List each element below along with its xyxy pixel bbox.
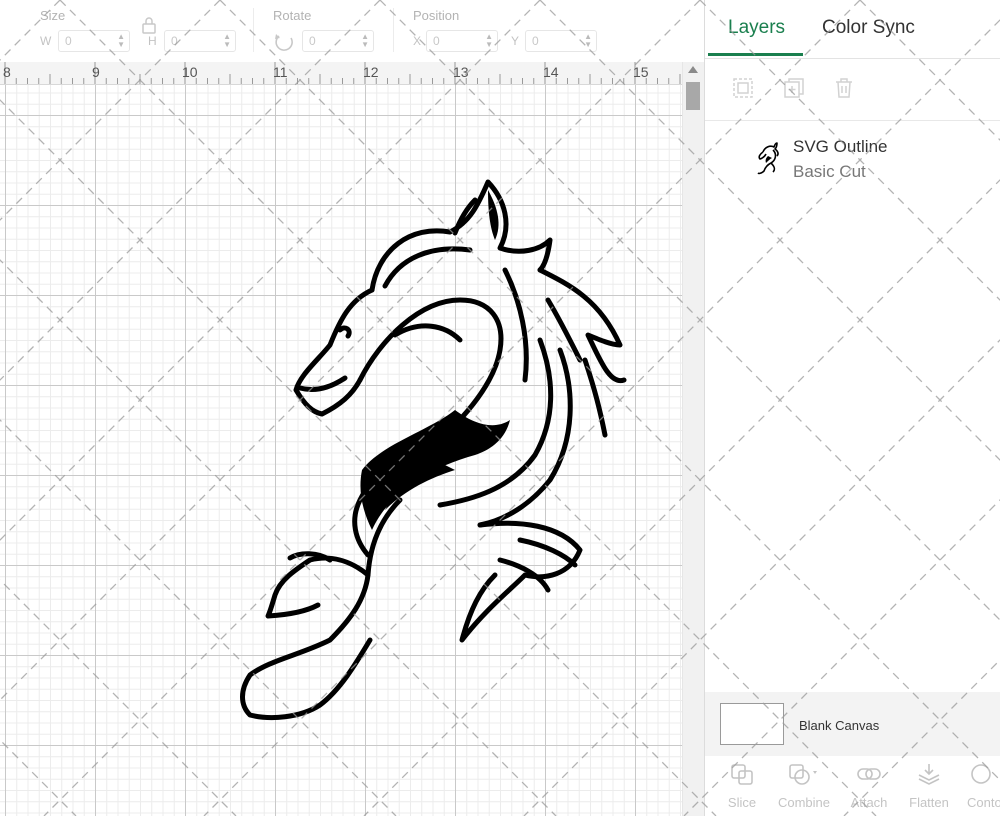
canvas-swatch[interactable] — [720, 703, 784, 745]
edit-toolbar: Size W 0 ▲ ▼ H 0 ▲ ▼ Rotate 0 ▲ ▼ Position … — [0, 0, 703, 63]
blank-canvas-row[interactable]: Blank Canvas — [705, 692, 1000, 756]
stepper-icon[interactable]: ▲ ▼ — [361, 33, 369, 49]
flatten-button[interactable]: Flatten — [908, 762, 950, 810]
toolbar-divider — [393, 8, 394, 52]
height-axis-label: H — [148, 34, 157, 48]
delete-icon[interactable] — [832, 76, 856, 100]
combine-icon — [789, 764, 817, 785]
ruler-label: 12 — [363, 64, 379, 80]
height-value: 0 — [171, 34, 178, 48]
y-position-value: 0 — [532, 34, 539, 48]
design-canvas[interactable] — [0, 85, 682, 816]
scroll-up-icon[interactable] — [688, 66, 698, 73]
height-input[interactable]: 0 ▲ ▼ — [164, 30, 236, 52]
contour-label: Conto — [967, 795, 1000, 810]
ruler-label: 15 — [633, 64, 649, 80]
size-label: Size — [40, 8, 66, 23]
toolbar-divider — [253, 8, 254, 52]
rotate-value: 0 — [309, 34, 316, 48]
x-position-input[interactable]: 0 ▲ ▼ — [426, 30, 498, 52]
layer-tools — [705, 58, 1000, 121]
duplicate-icon[interactable] — [782, 76, 806, 100]
width-input[interactable]: 0 ▲ ▼ — [58, 30, 130, 52]
tab-color-sync[interactable]: Color Sync — [822, 17, 915, 39]
position-label: Position — [413, 8, 460, 23]
canvas-scrollbar[interactable] — [682, 62, 704, 816]
layer-operation[interactable]: Basic Cut — [793, 162, 866, 182]
active-tab-indicator — [708, 53, 803, 56]
x-axis-label: X — [413, 34, 422, 48]
layer-name: SVG Outline — [793, 137, 888, 156]
scroll-thumb[interactable] — [686, 82, 700, 110]
ruler-label: 9 — [92, 64, 100, 80]
rotate-label: Rotate — [273, 8, 312, 23]
attach-icon — [857, 768, 881, 780]
tab-layers[interactable]: Layers — [728, 17, 785, 39]
flatten-icon — [918, 764, 940, 785]
horse-icon — [757, 142, 779, 175]
layers-panel: Layers Color Sync SVG Outline Basic Cut … — [704, 0, 1000, 816]
width-value: 0 — [65, 34, 72, 48]
ruler-label: 8 — [3, 64, 11, 80]
y-position-input[interactable]: 0 ▲ ▼ — [525, 30, 597, 52]
ruler-label: 13 — [453, 64, 469, 80]
lock-icon[interactable] — [141, 16, 157, 34]
bottom-tools: Slice Combine Attach Flatten Conto — [705, 756, 1000, 816]
attach-button[interactable]: Attach — [849, 762, 889, 810]
ruler-label: 11 — [273, 64, 288, 80]
slice-button[interactable]: Slice — [725, 762, 759, 810]
rotate-input[interactable]: 0 ▲ ▼ — [302, 30, 374, 52]
width-axis-label: W — [40, 34, 52, 48]
ruler-label: 14 — [543, 64, 559, 80]
stepper-icon[interactable]: ▲ ▼ — [223, 33, 231, 49]
combine-label: Combine — [777, 795, 831, 810]
group-icon[interactable] — [731, 76, 755, 100]
rotate-icon — [275, 34, 293, 51]
stepper-icon[interactable]: ▲ ▼ — [584, 33, 592, 49]
combine-button[interactable]: Combine — [777, 762, 831, 810]
stepper-icon[interactable]: ▲ ▼ — [117, 33, 125, 49]
ruler-label: 10 — [182, 64, 198, 80]
ruler-ticks — [4, 62, 681, 84]
blank-canvas-label: Blank Canvas — [799, 718, 880, 733]
attach-label: Attach — [850, 795, 888, 810]
contour-icon — [971, 764, 991, 784]
horizontal-ruler: 8 9 10 11 12 13 14 15 — [0, 62, 682, 85]
contour-button[interactable]: Conto — [967, 762, 1000, 810]
stepper-icon[interactable]: ▲ ▼ — [485, 33, 493, 49]
horse-artwork[interactable] — [0, 85, 682, 816]
panel-tabs: Layers Color Sync — [705, 0, 1000, 59]
layer-item[interactable]: SVG Outline Basic Cut — [705, 122, 1000, 192]
flatten-label: Flatten — [909, 795, 949, 810]
x-position-value: 0 — [433, 34, 440, 48]
y-axis-label: Y — [511, 34, 520, 48]
slice-icon — [731, 764, 753, 785]
slice-label: Slice — [727, 795, 757, 810]
